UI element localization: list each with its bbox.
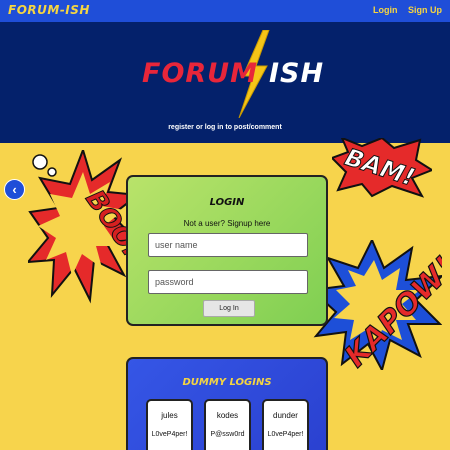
password-input[interactable]	[148, 270, 308, 294]
dummy-logins-card: DUMMY LOGINS jules L0veP4per! kodes P@ss…	[126, 357, 328, 450]
dummy-password: L0veP4per!	[267, 431, 304, 438]
signup-link[interactable]: Not a user? Signup here	[128, 219, 326, 228]
logo-text-ish: ISH	[269, 58, 325, 89]
dummy-username: kodes	[216, 411, 239, 420]
dummy-credential-card[interactable]: kodes P@ssw0rd	[204, 399, 251, 450]
carousel-prev-button[interactable]: ‹	[4, 179, 25, 200]
username-input[interactable]	[148, 233, 308, 257]
hero-tagline: register or log in to post/comment	[168, 124, 282, 131]
top-navbar: FORUM-ISH Login Sign Up	[0, 0, 450, 22]
login-card: LOGIN Not a user? Signup here Log In	[126, 175, 328, 326]
brand-link[interactable]: FORUM-ISH	[8, 3, 90, 17]
bam-burst-image: BAM!	[332, 138, 432, 198]
kapow-burst-image: KAPOW!	[312, 240, 442, 370]
hero-banner: FORUM ISH register or log in to post/com…	[0, 22, 450, 143]
dummy-password: P@ssw0rd	[210, 431, 245, 438]
logo-text-forum: FORUM	[142, 58, 258, 89]
login-title: LOGIN	[209, 197, 245, 208]
boom-burst-image: BOOM!	[28, 150, 138, 304]
dummy-logins-title: DUMMY LOGINS	[182, 377, 272, 388]
dummy-password: L0veP4per!	[151, 431, 188, 438]
login-button[interactable]: Log In	[203, 300, 255, 317]
site-logo: FORUM ISH	[140, 30, 323, 120]
dummy-credential-card[interactable]: dunder L0veP4per!	[262, 399, 309, 450]
dummy-username: jules	[161, 411, 178, 420]
nav-login-link[interactable]: Login	[373, 5, 398, 15]
nav-signup-link[interactable]: Sign Up	[408, 5, 442, 15]
dummy-credential-card[interactable]: jules L0veP4per!	[146, 399, 193, 450]
dummy-username: dunder	[273, 411, 298, 420]
